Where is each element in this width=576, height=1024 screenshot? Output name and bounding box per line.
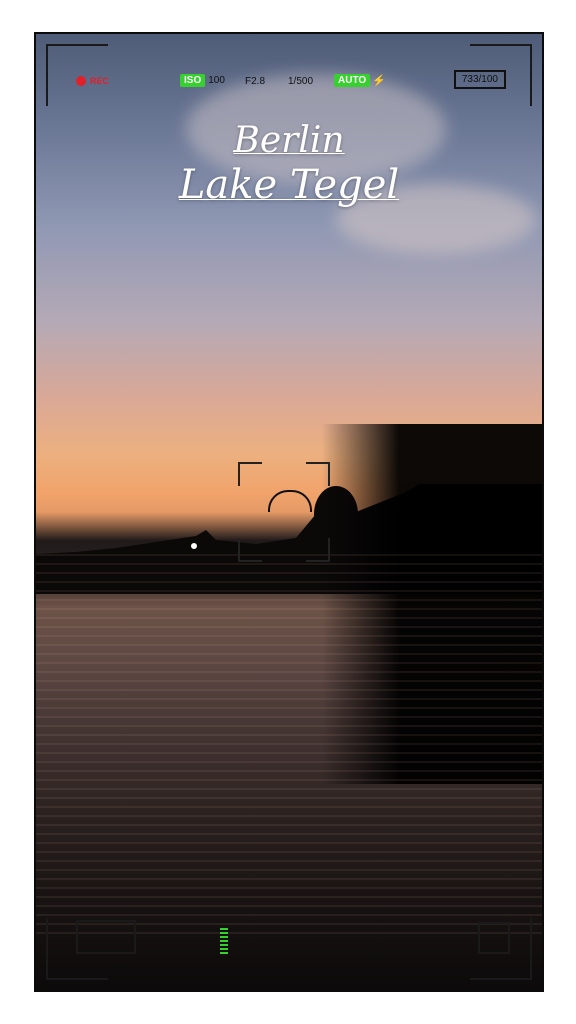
focus-box[interactable]	[238, 462, 330, 562]
aperture-value[interactable]: F2.8	[245, 76, 265, 87]
water-ripples	[36, 554, 542, 934]
camera-hud: REC ISO 100 F2.8 1/500 AUTO ⚡ 733/100	[36, 70, 542, 92]
focus-corner	[238, 462, 262, 486]
rec-label: REC	[90, 76, 110, 86]
iso-setting[interactable]: ISO 100	[180, 74, 225, 87]
shot-counter: 733/100	[453, 70, 506, 89]
rec-indicator[interactable]: REC	[76, 76, 109, 86]
switch-camera-icon[interactable]	[478, 922, 510, 954]
focus-corner	[238, 538, 262, 562]
iso-value: 100	[208, 75, 225, 86]
record-icon	[76, 76, 86, 86]
iso-label: ISO	[180, 74, 206, 87]
location-title: Berlin Lake Tegel	[36, 120, 542, 208]
focus-corner	[306, 538, 330, 562]
white-balance-setting[interactable]: AUTO ⚡	[334, 74, 386, 87]
audio-level-meter	[220, 928, 228, 956]
bolt-icon: ⚡	[372, 75, 386, 87]
viewfinder-frame: REC ISO 100 F2.8 1/500 AUTO ⚡ 733/100 Be…	[34, 32, 544, 992]
focus-corner	[306, 462, 330, 486]
title-line-2: Lake Tegel	[178, 162, 400, 208]
gallery-thumbnail[interactable]	[76, 920, 136, 954]
title-line-1: Berlin	[233, 120, 345, 161]
wb-label: AUTO	[334, 74, 371, 87]
shutter-value[interactable]: 1/500	[288, 76, 313, 87]
